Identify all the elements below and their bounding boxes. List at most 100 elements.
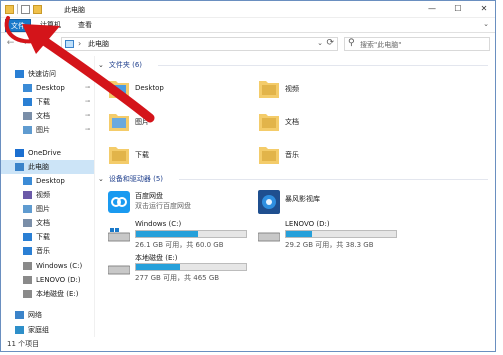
drive-d[interactable]: LENOVO (D:) 29.2 GB 可用，共 38.3 GB	[258, 220, 408, 252]
pictures-folder-icon	[23, 126, 32, 134]
homegroup-icon	[15, 326, 24, 334]
sidebar-item-label: 图片	[36, 126, 50, 134]
sidebar-item-label: 图片	[36, 205, 50, 213]
tab-view[interactable]: 查看	[73, 19, 97, 32]
drive-e[interactable]: 本地磁盘 (E:) 277 GB 可用，共 465 GB	[108, 253, 258, 285]
refresh-button[interactable]: ⟳	[326, 38, 334, 48]
folder-tile[interactable]: 视频	[258, 76, 398, 102]
sidebar-item[interactable]: Desktop ⊸	[1, 81, 94, 95]
title-bar: 此电脑 — ☐ ✕	[1, 1, 495, 18]
desktop-folder-icon	[23, 84, 32, 92]
sidebar-item[interactable]: OneDrive	[1, 146, 94, 160]
sidebar-item[interactable]: 视频	[1, 188, 94, 202]
properties-icon[interactable]	[21, 4, 30, 14]
folder-label: 视频	[285, 85, 299, 93]
folder-tile[interactable]: 文档	[258, 109, 398, 135]
forward-button[interactable]: →	[18, 38, 29, 48]
address-bar[interactable]: › 此电脑 ⌄ ⟳	[61, 37, 338, 51]
pictures-folder-icon	[109, 114, 129, 131]
desktop-folder-icon	[109, 81, 129, 98]
sidebar-item-label: OneDrive	[28, 149, 61, 157]
folders-group-label: 文件夹 (6)	[108, 61, 143, 69]
up-button[interactable]: ↑	[43, 38, 54, 48]
sidebar-item[interactable]: LENOVO (D:)	[1, 273, 94, 287]
baofeng-icon	[258, 190, 280, 214]
drive-icon	[258, 232, 280, 242]
folders-group-header[interactable]: ⌄ 文件夹 (6)	[98, 60, 142, 70]
sidebar-item[interactable]: Windows (C:)	[1, 259, 94, 273]
device-baofeng[interactable]: 暴风影视库	[258, 190, 408, 216]
folder-tile[interactable]: 音乐	[258, 142, 398, 168]
documents-folder-icon	[23, 112, 32, 120]
sidebar-item-label: 文档	[36, 219, 50, 227]
folder-tile[interactable]: 下载	[108, 142, 248, 168]
folder-tile[interactable]: 图片	[108, 109, 248, 135]
address-row: ← → ⌄ ↑ › 此电脑 ⌄ ⟳ ⚲ 搜索"此电脑"	[1, 34, 495, 54]
videos-folder-icon	[23, 191, 32, 199]
search-input[interactable]: 搜索"此电脑"	[360, 40, 401, 50]
sidebar-item-label: Desktop	[36, 84, 65, 92]
sidebar-item[interactable]: 家庭组	[1, 323, 94, 337]
baidu-netdisk-icon	[108, 191, 130, 213]
sidebar-item[interactable]: 快速访问	[1, 67, 94, 81]
ribbon: 文件 计算机 查看 ⌄	[1, 18, 495, 33]
windows-drive-icon	[23, 262, 32, 270]
sidebar-item-label: Windows (C:)	[36, 262, 83, 270]
breadcrumb-separator: ›	[78, 39, 82, 48]
drive-size: 26.1 GB 可用，共 60.0 GB	[135, 241, 224, 249]
device-baidu-netdisk[interactable]: 百度网盘 双击运行百度网盘	[108, 190, 258, 216]
drive-name: LENOVO (D:)	[285, 220, 330, 228]
sidebar-item[interactable]: 图片	[1, 202, 94, 216]
sidebar-item-label: 音乐	[36, 247, 50, 255]
desktop-folder-icon	[23, 177, 32, 185]
new-folder-icon[interactable]	[33, 4, 42, 14]
group-divider	[179, 179, 488, 180]
sidebar-item[interactable]: 音乐	[1, 244, 94, 258]
drive-c[interactable]: Windows (C:) 26.1 GB 可用，共 60.0 GB	[108, 220, 258, 252]
download-folder-icon	[109, 147, 129, 164]
toolbar-divider	[17, 4, 18, 14]
folder-tile[interactable]: Desktop	[108, 76, 248, 102]
folder-label: 下载	[135, 151, 149, 159]
drive-icon	[23, 276, 32, 284]
devices-group-header[interactable]: ⌄ 设备和驱动器 (5)	[98, 174, 163, 184]
sidebar-item[interactable]: 本地磁盘 (E:)	[1, 287, 94, 301]
back-button[interactable]: ←	[5, 38, 16, 48]
sidebar-item[interactable]: 网络	[1, 308, 94, 322]
drive-size: 29.2 GB 可用，共 38.3 GB	[285, 241, 374, 249]
windows-drive-icon	[108, 228, 130, 242]
folder-label: Desktop	[135, 84, 164, 92]
ribbon-expand-button[interactable]: ⌄	[483, 20, 489, 28]
documents-folder-icon	[23, 219, 32, 227]
breadcrumb[interactable]: 此电脑	[88, 39, 109, 49]
address-dropdown-button[interactable]: ⌄	[317, 39, 323, 47]
folder-label: 音乐	[285, 151, 299, 159]
chevron-down-icon: ⌄	[98, 61, 104, 69]
device-name: 暴风影视库	[285, 195, 320, 203]
sidebar-item[interactable]: 文档 ⊸	[1, 109, 94, 123]
sidebar-item[interactable]: Desktop	[1, 174, 94, 188]
sidebar-item-label: 快速访问	[28, 70, 56, 78]
item-count: 11 个项目	[7, 340, 40, 348]
minimize-button[interactable]: —	[425, 3, 439, 15]
tab-file[interactable]: 文件	[5, 19, 31, 32]
drive-name: Windows (C:)	[135, 220, 182, 228]
drive-usage-bar	[285, 230, 397, 238]
sidebar-item[interactable]: 此电脑	[1, 160, 94, 174]
sidebar-item[interactable]: 下载 ⊸	[1, 95, 94, 109]
sidebar-item[interactable]: 图片 ⊸	[1, 123, 94, 137]
folder-icon	[5, 4, 14, 14]
search-box[interactable]: ⚲ 搜索"此电脑"	[344, 37, 490, 51]
maximize-button[interactable]: ☐	[451, 3, 465, 15]
close-button[interactable]: ✕	[477, 3, 491, 15]
explorer-window: 此电脑 — ☐ ✕ 文件 计算机 查看 ⌄ ← → ⌄ ↑ › 此电脑 ⌄ ⟳ …	[0, 0, 496, 352]
window-title: 此电脑	[64, 6, 85, 14]
tab-computer[interactable]: 计算机	[35, 19, 66, 32]
group-divider	[158, 65, 488, 66]
sidebar-item-label: 网络	[28, 311, 42, 319]
drive-usage-bar	[135, 263, 247, 271]
pane-divider[interactable]	[94, 56, 95, 337]
sidebar-item[interactable]: 文档	[1, 216, 94, 230]
sidebar-item[interactable]: 下载	[1, 230, 94, 244]
recent-locations-button[interactable]: ⌄	[31, 38, 42, 48]
